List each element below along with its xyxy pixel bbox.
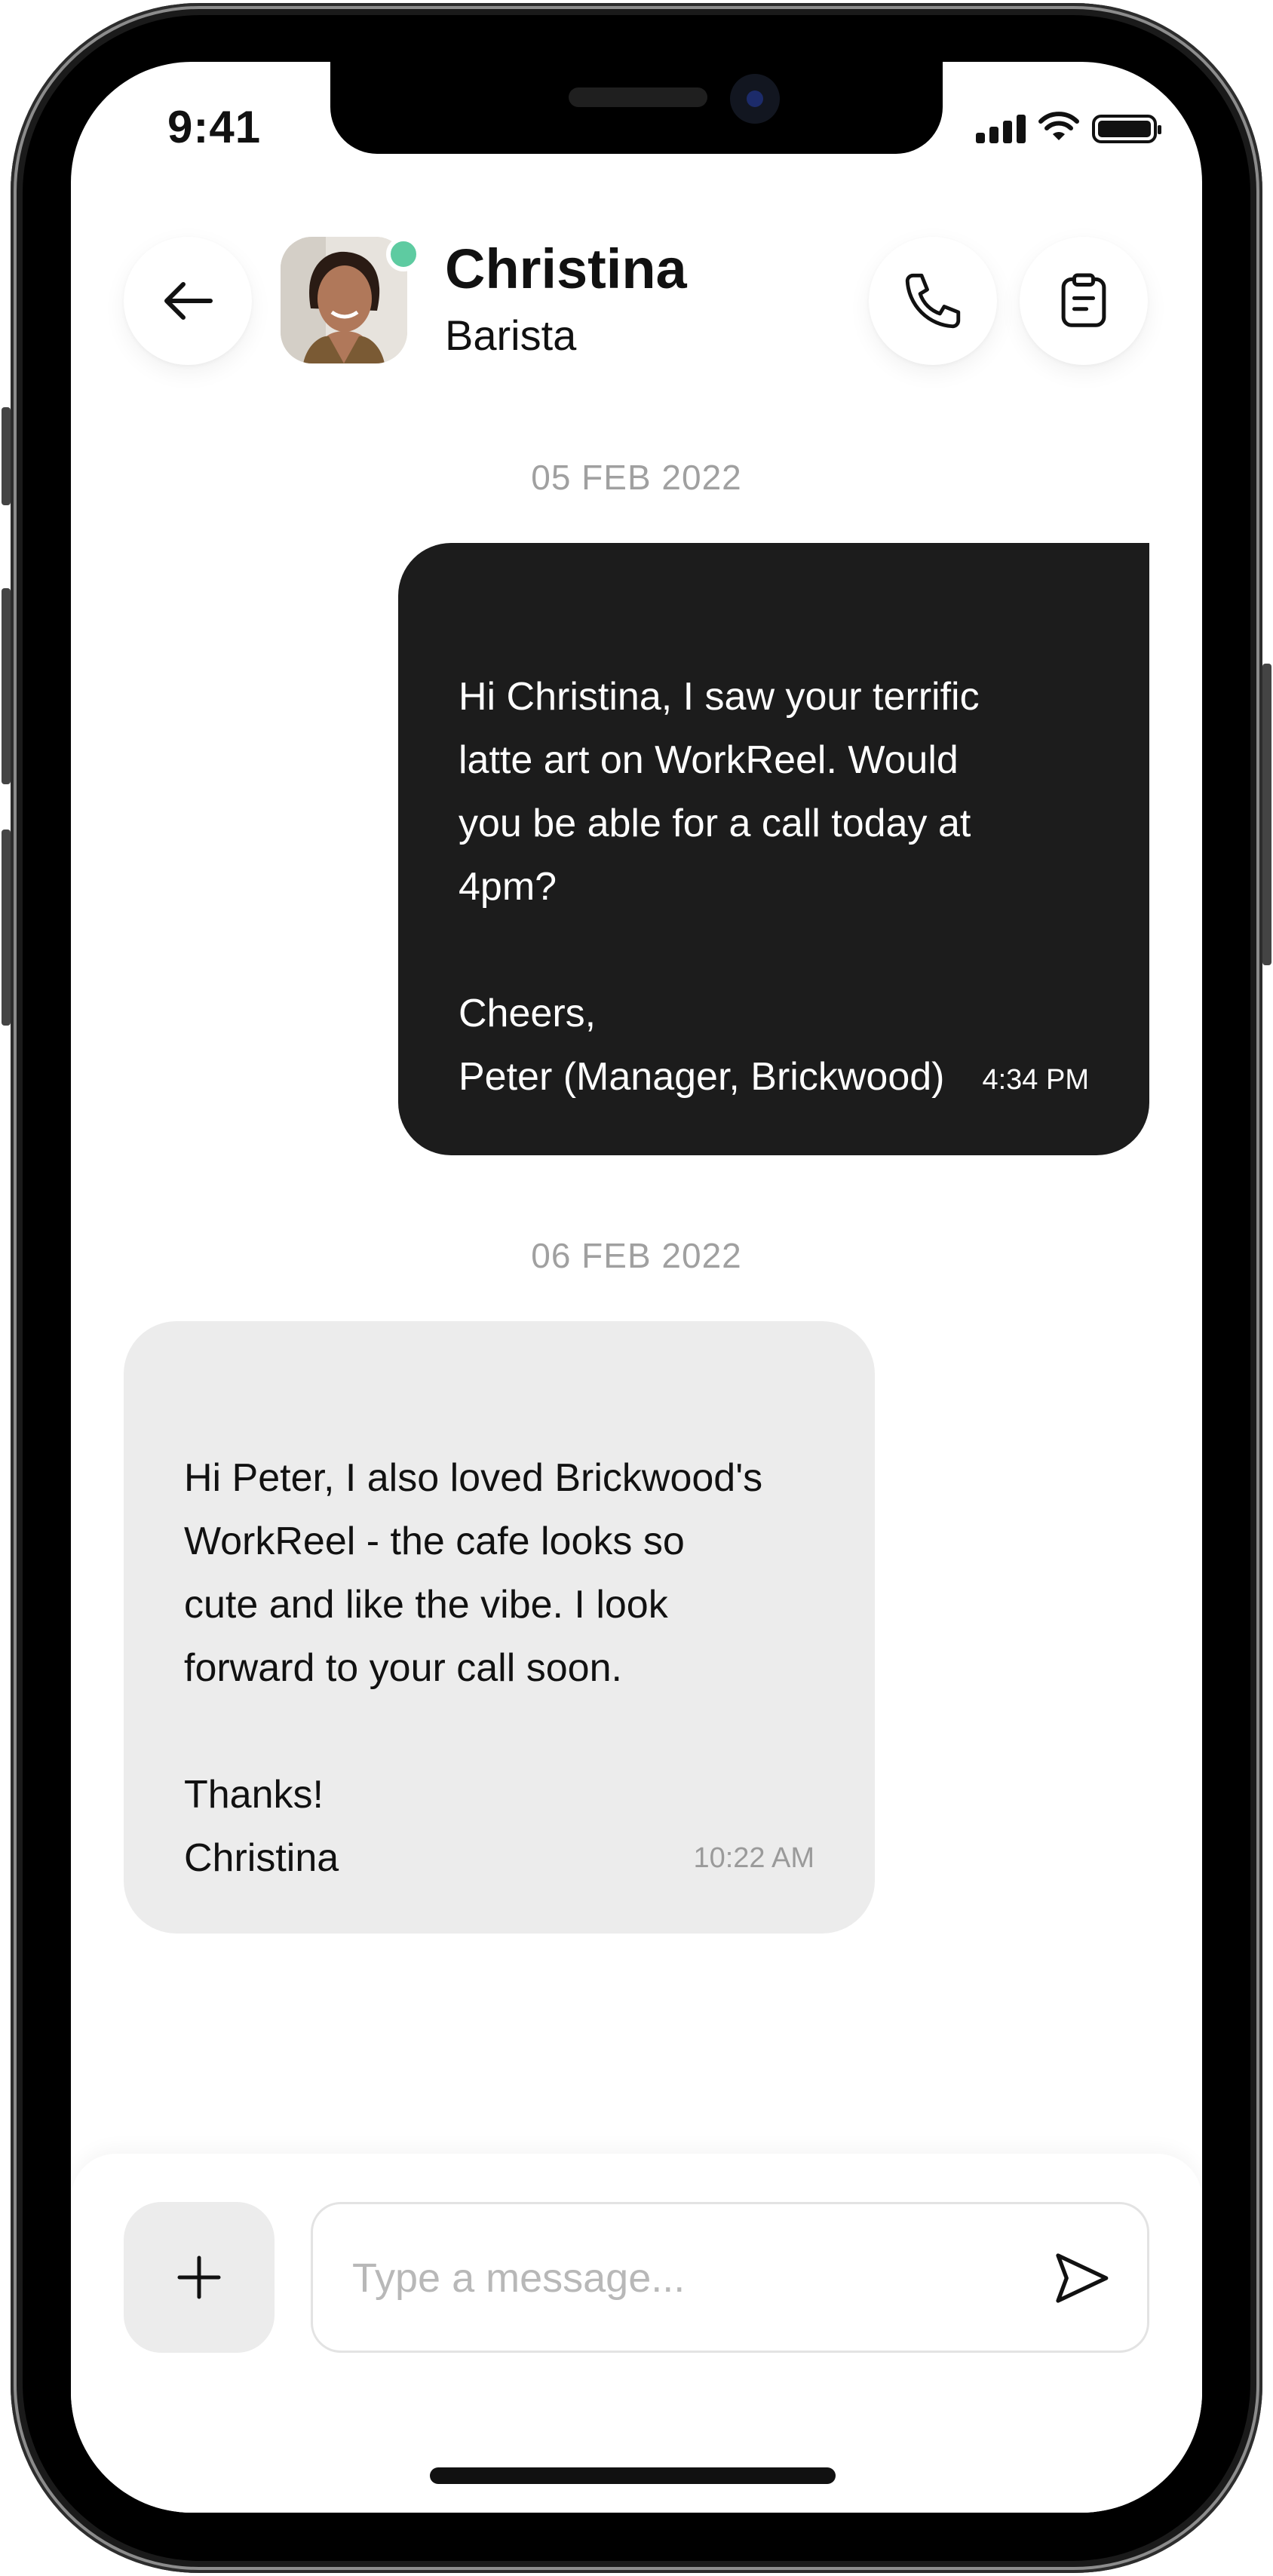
notch: [330, 62, 943, 154]
message-bubble-outgoing[interactable]: Hi Christina, I saw your terrific latte …: [398, 543, 1149, 1155]
battery-icon: [1092, 115, 1161, 143]
home-indicator: [430, 2467, 836, 2484]
date-separator: 06 FEB 2022: [531, 1236, 742, 1275]
notes-button[interactable]: [1020, 237, 1148, 365]
online-status-dot: [386, 237, 421, 271]
power-button: [1262, 664, 1271, 965]
volume-up-button: [2, 588, 11, 784]
clipboard-icon: [1061, 273, 1106, 327]
message-text: Hi Peter, I also loved Brickwood's WorkR…: [184, 1456, 763, 1880]
screen: 9:41 Christina Barista 05 FEB 2022 Hi Ch…: [71, 62, 1202, 2513]
contact-name: Christina: [445, 238, 687, 300]
message-time: 10:22 AM: [693, 1842, 814, 1874]
send-icon: [1056, 2253, 1109, 2303]
volume-down-button: [2, 830, 11, 1026]
plus-icon: [177, 2256, 221, 2299]
arrow-left-icon: [164, 282, 213, 320]
date-separator: 05 FEB 2022: [531, 458, 742, 497]
status-icons: [976, 112, 1161, 143]
message-input-container: [311, 2202, 1149, 2353]
back-button[interactable]: [124, 237, 252, 365]
add-attachment-button[interactable]: [124, 2202, 275, 2353]
status-time: 9:41: [167, 102, 262, 152]
message-bubble-incoming[interactable]: Hi Peter, I also loved Brickwood's WorkR…: [124, 1321, 875, 1934]
wifi-icon: [1038, 112, 1079, 140]
send-button[interactable]: [1037, 2234, 1124, 2322]
message-text: Hi Christina, I saw your terrific latte …: [459, 675, 980, 1099]
phone-icon: [905, 273, 961, 329]
call-button[interactable]: [869, 237, 997, 365]
cellular-signal-icon: [976, 115, 1026, 143]
speaker: [569, 87, 707, 107]
mute-switch: [2, 407, 11, 505]
message-time: 4:34 PM: [982, 1064, 1089, 1096]
contact-role: Barista: [445, 311, 577, 359]
front-camera: [730, 74, 780, 124]
message-input[interactable]: [351, 2204, 1002, 2352]
